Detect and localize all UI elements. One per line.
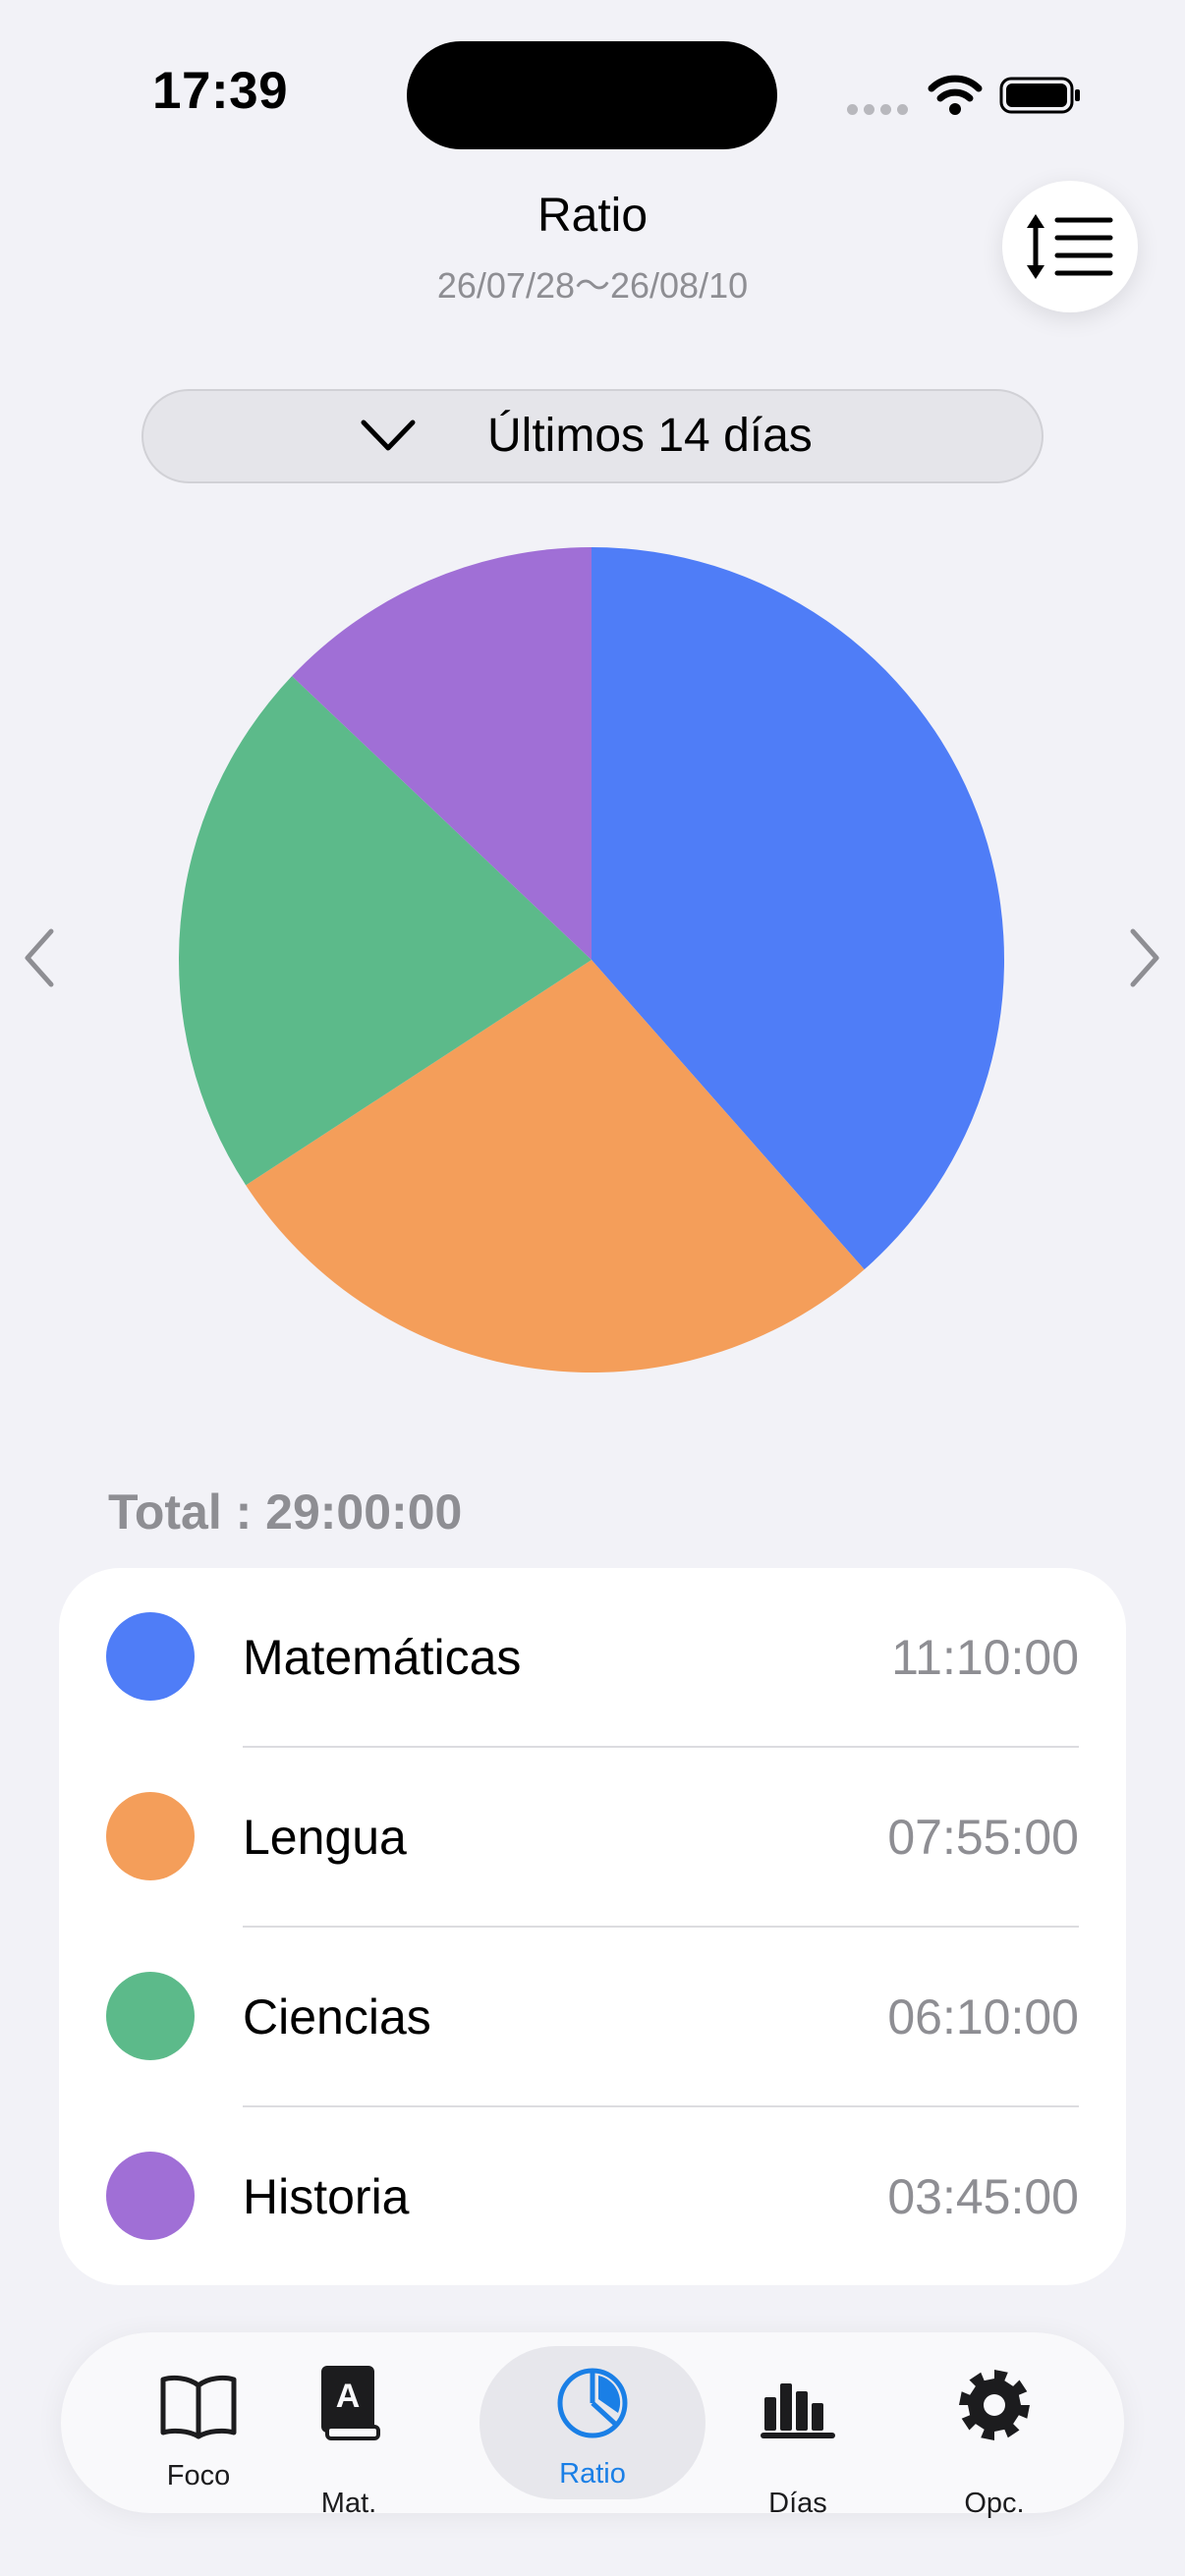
book-letter-icon: A <box>321 2366 380 2440</box>
color-dot <box>106 1972 195 2060</box>
tab-label: Días <box>768 2488 827 2519</box>
list-item[interactable]: Ciencias 06:10:00 <box>59 1928 1126 2107</box>
tab-label: Mat. <box>320 2488 377 2519</box>
sort-button[interactable] <box>1002 181 1138 312</box>
list-item[interactable]: Matemáticas 11:10:00 <box>59 1568 1126 1748</box>
next-period-chevron-icon[interactable] <box>1125 924 1164 992</box>
color-dot <box>106 1792 195 1880</box>
book-open-icon <box>160 2375 237 2439</box>
subject-time: 06:10:00 <box>887 1989 1079 2044</box>
tab-label: Ratio <box>559 2458 626 2490</box>
subject-name: Matemáticas <box>243 1630 522 1685</box>
bar-chart-icon <box>761 2383 835 2438</box>
period-selector[interactable]: Últimos 14 días <box>141 389 1044 483</box>
cellular-signal-icon <box>847 104 908 115</box>
sort-lines-icon <box>1027 214 1113 279</box>
tab-label: Opc. <box>964 2488 1025 2519</box>
list-item[interactable]: Historia 03:45:00 <box>59 2107 1126 2287</box>
period-label: Últimos 14 días <box>487 410 813 462</box>
tab-label: Foco <box>166 2460 231 2492</box>
chevron-down-icon <box>361 420 416 451</box>
tab-ratio[interactable]: Ratio <box>480 2332 705 2513</box>
status-time: 17:39 <box>152 62 289 120</box>
pie-chart-icon <box>557 2368 628 2438</box>
dynamic-island <box>407 41 777 149</box>
color-dot <box>106 2152 195 2240</box>
tab-opc[interactable]: Opc. <box>935 2332 1053 2519</box>
tab-mat[interactable]: A Mat. <box>295 2332 403 2519</box>
svg-text:A: A <box>336 2378 361 2415</box>
battery-icon <box>999 77 1080 114</box>
tab-bar: Foco A Mat. Ratio Días Opc. <box>61 2332 1124 2519</box>
subject-name: Ciencias <box>243 1989 431 2044</box>
subject-time: 11:10:00 <box>891 1630 1079 1685</box>
list-item[interactable]: Lengua 07:55:00 <box>59 1748 1126 1928</box>
subject-name: Lengua <box>243 1810 407 1865</box>
subject-time: 07:55:00 <box>887 1810 1079 1865</box>
tab-foco[interactable]: Foco <box>100 2332 297 2513</box>
subject-time-list: Matemáticas 11:10:00 Lengua 07:55:00 Cie… <box>59 1568 1126 2285</box>
wifi-icon <box>928 75 983 115</box>
status-indicators <box>847 69 1083 124</box>
color-dot <box>106 1612 195 1701</box>
subject-time: 03:45:00 <box>887 2169 1079 2224</box>
previous-period-chevron-icon[interactable] <box>20 924 59 992</box>
subject-name: Historia <box>243 2169 410 2224</box>
tab-dias[interactable]: Días <box>739 2332 857 2519</box>
ratio-pie-chart <box>179 547 1004 1372</box>
gear-icon <box>959 2370 1030 2440</box>
total-time: Total : 29:00:00 <box>108 1484 463 1540</box>
ratio-screen: 17:39 Ratio 26/07/28〜26/08/10 Últimos 14… <box>0 0 1185 2576</box>
